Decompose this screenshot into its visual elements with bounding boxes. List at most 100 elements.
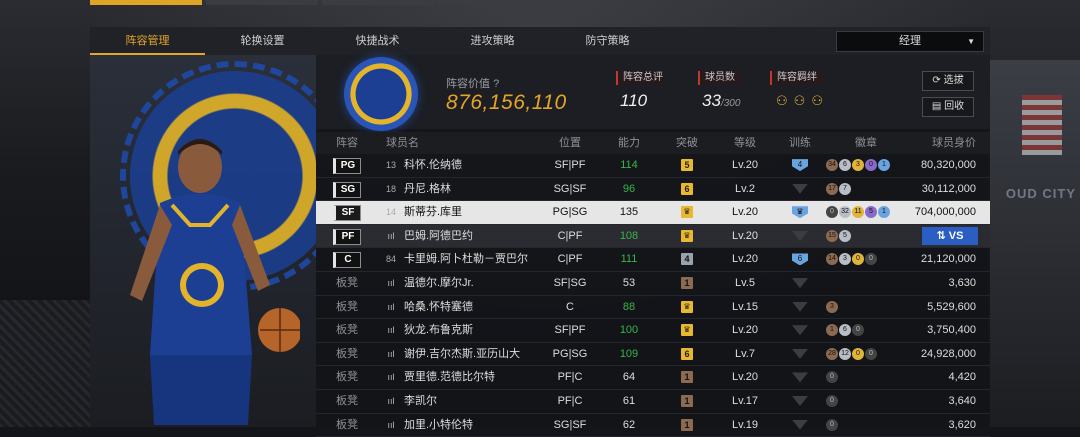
refresh-icon: ⟳ [932,75,941,86]
player-level: Lv.20 [731,371,759,384]
player-name[interactable]: 李凯尔 [404,390,540,413]
player-position: SG|SF [553,182,587,195]
number-cell: 84 [378,248,404,271]
badges-cell: 0 [826,366,906,389]
tab-rotation[interactable]: 轮换设置 [205,27,320,55]
player-name[interactable]: 贾里德.范德比尔特 [404,366,540,389]
badge-count: 34 [826,159,838,172]
team-logo [344,57,418,131]
player-name[interactable]: 丹尼.格林 [404,178,540,201]
position-tag: PF [333,228,361,245]
lineup-slot: PF [316,225,378,248]
select-button[interactable]: ⟳ 选拔 [922,71,974,91]
table-row[interactable]: 板凳 ııl 李凯尔 PF|C 61 1 Lv.17 0 3,640 [316,390,990,414]
table-row[interactable]: PG 13 科怀.伦纳德 SF|PF 114 5 Lv.20 4 34 6 3 0 1 … [316,154,990,178]
bench-label: 板凳 [336,394,358,407]
training-gem-empty[interactable] [792,325,808,336]
position-tag: SG [333,181,361,198]
bench-label: 板凳 [336,300,358,313]
table-row[interactable]: 板凳 ııl 谢伊.吉尔杰斯.亚历山大 PG|SG 109 6 Lv.7 28 1… [316,343,990,367]
badge-count: 0 [826,206,838,219]
player-portrait-area [90,55,316,427]
chemistry-icons[interactable]: ⚇ ⚇ ⚇ [776,93,823,109]
table-row[interactable]: 板凳 ııl 贾里德.范德比尔特 PF|C 64 1 Lv.20 0 4,420 [316,366,990,390]
tab-offense[interactable]: 进攻策略 [435,27,550,55]
player-name[interactable]: 谢伊.吉尔杰斯.亚历山大 [404,343,540,366]
badge-count: 0 [852,324,864,337]
badges-cell: 14 3 0 0 [826,248,906,271]
table-body: PG 13 科怀.伦纳德 SF|PF 114 5 Lv.20 4 34 6 3 0 1 … [316,154,990,437]
training-gem-empty[interactable] [792,301,808,312]
tab-roster[interactable]: 阵容管理 [90,27,205,55]
position-tag: C [333,252,361,269]
tab-defense[interactable]: 防守策略 [550,27,665,55]
training-gem[interactable]: 6 [792,253,808,266]
player-name[interactable]: 科怀.伦纳德 [404,154,540,177]
badge-count: 6 [839,324,851,337]
player-level: Lv.7 [735,347,755,360]
badges-cell: 17 7 [826,178,906,201]
training-gem-empty[interactable] [792,278,808,289]
player-name[interactable]: 巴姆.阿德巴约 [404,225,540,248]
tab-quick-tactics[interactable]: 快捷战术 [320,27,435,55]
table-row[interactable]: SG 18 丹尼.格林 SG|SF 96 6 Lv.2 17 7 30,112,0… [316,178,990,202]
player-level: Lv.20 [731,324,759,337]
training-gem-empty[interactable] [792,183,808,194]
player-name[interactable]: 卡里姆.阿卜杜勒－贾巴尔 [404,248,540,271]
player-name[interactable]: 狄龙.布鲁克斯 [404,319,540,342]
badges-cell: 15 5 [826,225,906,248]
chemistry-label: 阵容羁绊 [770,71,823,85]
badges-cell: 28 12 0 0 [826,343,906,366]
table-row[interactable]: 板凳 ııl 加里.小特伦特 SG|SF 62 1 Lv.19 0 3,620 [316,414,990,437]
rating-value: 110 [620,91,648,110]
compare-button[interactable]: ⇅ VS [922,226,978,245]
training-gem-empty[interactable] [792,372,808,383]
breakthrough-cell: 4 [658,248,716,271]
training-gem[interactable]: ♛ [792,206,808,219]
training-gem-empty[interactable] [792,396,808,407]
training-gem-empty[interactable] [792,348,808,359]
help-icon[interactable]: ? [493,78,499,90]
lineup-slot: C [316,248,378,271]
table-row[interactable]: 板凳 ııl 温德尔.摩尔Jr. SF|SG 53 1 Lv.5 3,630 [316,272,990,296]
badge-count: 0 [826,418,838,431]
recycle-button[interactable]: ▤ 回收 [922,97,974,117]
player-salary: 3,630 [948,276,976,289]
badge-count: 6 [839,159,851,172]
jersey-number: 84 [385,254,396,265]
table-row[interactable]: 板凳 ııl 哈桑.怀特塞德 C 88 ♛ Lv.15 3 5,529,600 [316,296,990,320]
player-name[interactable]: 加里.小特伦特 [404,414,540,437]
training-gem[interactable]: 4 [792,159,808,172]
rating-label: 阵容总评 [616,71,663,85]
player-rating: 64 [622,371,636,384]
bench-label: 板凳 [336,371,358,384]
training-cell: 4 [774,154,826,177]
player-level: Lv.15 [731,300,759,313]
table-row[interactable]: 板凳 ııl 狄龙.布鲁克斯 SF|PF 100 ♛ Lv.20 160 3,7… [316,319,990,343]
signal-icon: ııl [387,348,395,359]
training-gem-empty[interactable] [792,419,808,430]
chemistry-icon-2[interactable]: ⚇ [794,93,806,109]
lineup-slot: SG [316,178,378,201]
training-gem-empty[interactable] [792,230,808,241]
signal-icon: ııl [387,325,395,336]
count-value: 33/300 [702,91,741,110]
signal-icon: ııl [387,277,395,288]
table-row[interactable]: C 84 卡里姆.阿卜杜勒－贾巴尔 C|PF 111 4 Lv.20 6 14 3… [316,248,990,272]
chemistry-icon-1[interactable]: ⚇ [776,93,788,109]
lineup-slot: 板凳 [316,296,378,319]
player-name[interactable]: 哈桑.怀特塞德 [404,296,540,319]
badge-count: 17 [826,182,838,195]
flag-banner [1022,95,1062,155]
header-rating: 能力 [618,137,640,149]
training-cell [774,178,826,201]
manager-select[interactable]: 经理 ▼ [836,31,984,52]
arena-sign: OUD CITY [1005,186,1076,201]
table-row[interactable]: PF ııl 巴姆.阿德巴约 C|PF 108 ♛ Lv.20 15 5 ⇅ VS [316,224,990,249]
chemistry-icon-3[interactable]: ⚇ [811,93,823,109]
player-name[interactable]: 温德尔.摩尔Jr. [404,272,540,295]
breakthrough-icon: 5 [681,159,693,172]
table-row[interactable]: SF 14 斯蒂芬.库里 PG|SG 135 ♛ Lv.20 ♛ 0 32 11 5 1… [316,201,990,225]
player-name[interactable]: 斯蒂芬.库里 [404,201,540,224]
header-breakthrough: 突破 [676,137,698,149]
